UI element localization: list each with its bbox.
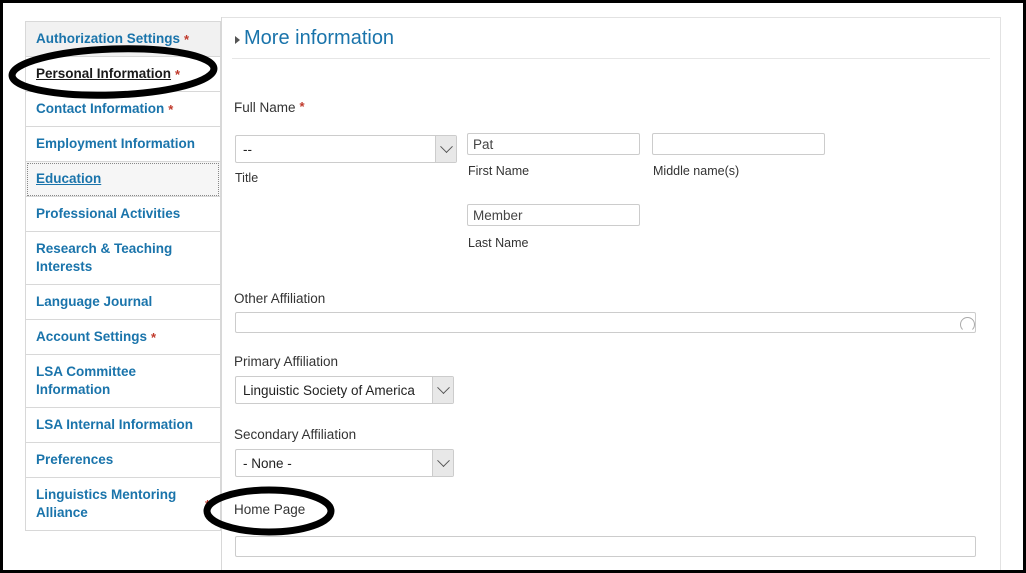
primary-affiliation-select[interactable]: Linguistic Society of America — [235, 376, 454, 404]
title-sub-label: Title — [235, 171, 259, 185]
content-pane: More information Full Name* -- Title Fir… — [222, 18, 1000, 570]
required-asterisk: * — [151, 329, 157, 345]
sidebar-item-personal-information[interactable]: Personal Information * — [26, 57, 220, 92]
sidebar-item-label: Account Settings — [36, 329, 148, 344]
more-information-label: More information — [244, 27, 395, 49]
middle-name-sub-label: Middle name(s) — [653, 164, 740, 178]
sidebar-item-label: Education — [36, 171, 102, 186]
last-name-input[interactable] — [467, 204, 640, 226]
chevron-down-icon[interactable] — [432, 377, 453, 403]
required-asterisk: * — [204, 496, 210, 512]
sidebar-item-label: Personal Information — [36, 66, 172, 81]
chevron-down-icon[interactable] — [435, 136, 456, 162]
disclosure-triangle-collapsed-icon — [235, 35, 240, 44]
sidebar-item-label: Linguistics Mentoring Alliance — [36, 487, 177, 520]
sidebar-item-education[interactable]: Education — [26, 162, 220, 197]
sidebar-item-account-settings[interactable]: Account Settings * — [26, 320, 220, 355]
sidebar-item-label: Research & Teaching Interests — [36, 241, 173, 274]
sidebar-item-lsa-committee-information[interactable]: LSA Committee Information — [26, 355, 220, 408]
sidebar-item-professional-activities[interactable]: Professional Activities — [26, 197, 220, 232]
required-asterisk: * — [175, 66, 181, 82]
sidebar-item-preferences[interactable]: Preferences — [26, 443, 220, 478]
secondary-affiliation-label: Secondary Affiliation — [234, 427, 357, 442]
sidebar-item-label: Authorization Settings — [36, 31, 180, 46]
full-name-text: Full Name — [234, 100, 296, 115]
secondary-affiliation-select[interactable]: - None - — [235, 449, 454, 477]
sidebar-item-label: Employment Information — [36, 136, 196, 151]
required-asterisk: * — [299, 99, 305, 114]
sidebar-item-label: Language Journal — [36, 294, 153, 309]
primary-affiliation-label: Primary Affiliation — [234, 354, 339, 369]
sidebar-item-label: LSA Internal Information — [36, 417, 194, 432]
more-information-disclosure[interactable]: More information — [235, 26, 394, 50]
sidebar-item-label: Contact Information — [36, 101, 165, 116]
home-page-label: Home Page — [234, 502, 306, 517]
first-name-sub-label: First Name — [468, 164, 530, 178]
sidebar-item-linguistics-mentoring-alliance[interactable]: Linguistics Mentoring Alliance * — [26, 478, 220, 531]
other-affiliation-label: Other Affiliation — [234, 291, 326, 306]
header-divider — [232, 58, 990, 59]
sidebar-item-lsa-internal-information[interactable]: LSA Internal Information — [26, 408, 220, 443]
primary-affiliation-value: Linguistic Society of America — [243, 382, 415, 398]
title-select[interactable]: -- — [235, 135, 457, 163]
sidebar-item-research-teaching-interests[interactable]: Research & Teaching Interests — [26, 232, 220, 285]
sidebar-item-contact-information[interactable]: Contact Information * — [26, 92, 220, 127]
title-select-value: -- — [243, 141, 252, 157]
middle-name-input[interactable] — [652, 133, 825, 155]
sidebar-item-authorization-settings[interactable]: Authorization Settings * — [26, 22, 220, 57]
home-page-input[interactable] — [235, 536, 976, 557]
sidebar-item-employment-information[interactable]: Employment Information — [26, 127, 220, 162]
content-pane-right-border — [1000, 17, 1001, 570]
required-asterisk: * — [184, 31, 190, 47]
chevron-down-icon[interactable] — [432, 450, 453, 476]
screenshot-frame: Authorization Settings * Personal Inform… — [0, 0, 1026, 573]
last-name-sub-label: Last Name — [468, 236, 529, 250]
sidebar-item-label: Preferences — [36, 452, 114, 467]
sidebar-item-label: Professional Activities — [36, 206, 181, 221]
required-asterisk: * — [168, 101, 174, 117]
autocomplete-throbber-icon — [960, 317, 975, 332]
first-name-input[interactable] — [467, 133, 640, 155]
secondary-affiliation-value: - None - — [243, 455, 292, 471]
full-name-group-label: Full Name * — [234, 100, 305, 116]
other-affiliation-input[interactable] — [235, 312, 976, 333]
sidebar-item-language-journal[interactable]: Language Journal — [26, 285, 220, 320]
sidebar-nav: Authorization Settings * Personal Inform… — [25, 21, 221, 531]
sidebar-item-label: LSA Committee Information — [36, 364, 137, 397]
